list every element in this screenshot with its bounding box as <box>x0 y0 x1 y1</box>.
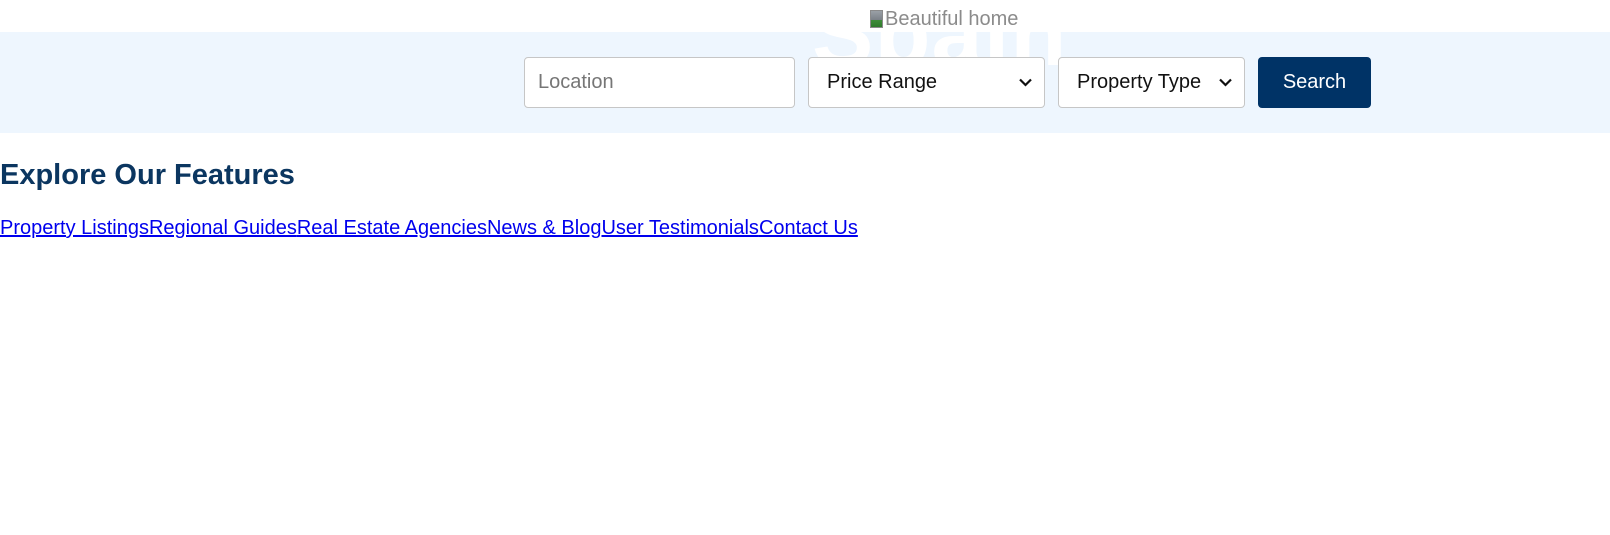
price-range-value: Price Range <box>827 71 938 93</box>
hero-image-alt-text: Beautiful home <box>885 8 1019 30</box>
link-regional-guides[interactable]: Regional Guides <box>149 216 297 240</box>
link-contact-us[interactable]: Contact Us <box>759 216 858 240</box>
hero-image: Beautiful home <box>870 9 1018 29</box>
property-type-select[interactable]: Property Type <box>1058 57 1245 108</box>
features-heading: Explore Our Features <box>0 159 295 191</box>
price-range-select[interactable]: Price Range <box>808 57 1045 108</box>
link-property-listings[interactable]: Property Listings <box>0 216 149 240</box>
top-strip <box>0 0 1610 32</box>
property-type-value: Property Type <box>1077 71 1202 93</box>
link-news-blog[interactable]: News & Blog <box>487 216 602 240</box>
link-real-estate-agencies[interactable]: Real Estate Agencies <box>297 216 487 240</box>
broken-image-icon <box>870 10 883 28</box>
search-bar: Price Range Property Type Search <box>524 57 1371 108</box>
link-user-testimonials[interactable]: User Testimonials <box>601 216 758 240</box>
chevron-down-icon <box>1018 76 1032 90</box>
location-input[interactable] <box>524 57 795 108</box>
feature-links: Property Listings Regional Guides Real E… <box>0 216 858 240</box>
search-button[interactable]: Search <box>1258 57 1371 108</box>
chevron-down-icon <box>1218 76 1232 90</box>
